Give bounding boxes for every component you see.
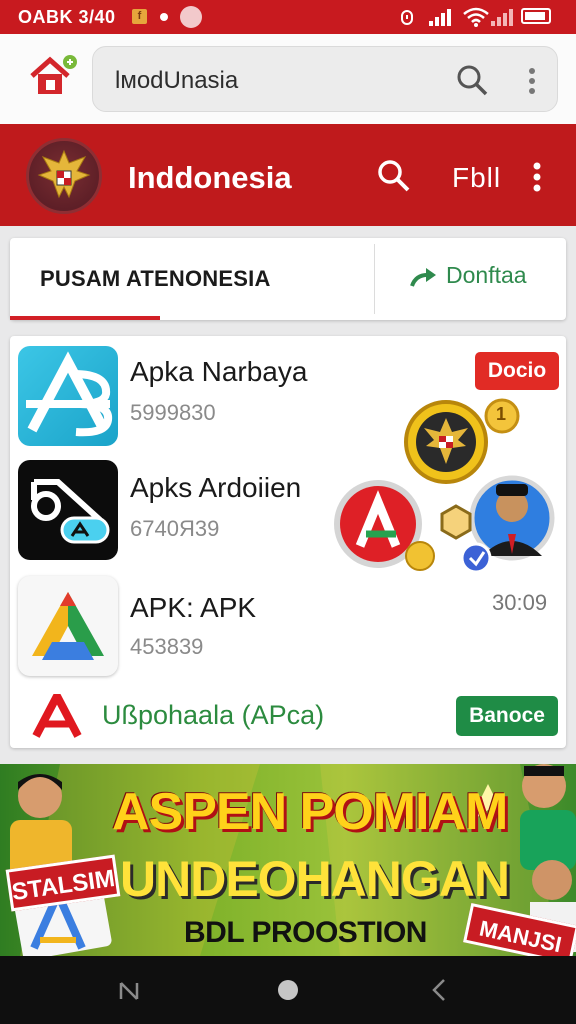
appbar-action[interactable]: Fbll [452,162,501,194]
search-icon[interactable] [376,158,412,194]
coin-digit: 1 [496,404,507,424]
app-number: 5999830 [130,400,216,425]
app-time: 30:09 [492,590,548,615]
more-vert-icon[interactable] [532,162,542,192]
app-name: Apks Ardoiien [130,472,302,503]
dot-icon [160,13,168,21]
docio-button[interactable]: Docio [475,352,559,390]
notification-icon: f [132,9,147,24]
home-nav-icon[interactable] [276,978,300,1002]
list-item[interactable]: Ußpohaala (APca) Banoce [10,684,566,748]
tab-left[interactable]: PUSAM ATENONESIA [40,266,271,292]
banner-headline: ASPEN POMIAM [112,783,508,841]
banner-caption: BDL PROOSTION [184,916,427,949]
app-icon-ab [18,346,118,446]
app-icon-camera [18,460,118,560]
search-icon[interactable] [455,63,489,97]
garuda-emblem-icon [26,138,102,214]
app-icon-triangle [18,576,118,676]
list-item[interactable]: APK: APK 453839 30:09 [10,572,566,684]
tab-right[interactable]: Donftaa [446,262,527,289]
wifi-icon [463,7,489,27]
alarm-icon [401,10,413,25]
battery-icon [521,8,551,24]
tab-indicator [10,316,160,320]
promo-cluster: 1 [330,394,566,584]
recents-icon[interactable] [118,980,140,1002]
notification-face-icon [180,6,202,28]
navigation-bar [0,956,576,1024]
tab-divider [374,244,375,314]
search-input[interactable]: lмodUnasia [92,46,558,112]
promo-banner[interactable]: ASPEN POMIAM UNDEOHANGAN BDL PROOSTION S… [0,764,576,956]
home-icon[interactable] [28,52,80,100]
app-bar: Inddonesia Fbll [0,124,576,226]
search-query: lмodUnasia [115,67,239,94]
back-icon[interactable] [430,978,448,1002]
status-bar: OABK 3/40 f [0,0,576,34]
status-time: OABK 3/40 [18,7,116,27]
banoce-button[interactable]: Banoce [456,696,558,736]
footer-row-text: Ußpohaala (APca) [102,700,325,730]
app-number: 453839 [130,634,204,659]
signal-icon [429,9,451,26]
page-title: Inddonesia [128,160,292,195]
red-a-icon [32,694,82,738]
banner-subheadline: UNDEOHANGAN [120,851,510,907]
signal-weak-icon [491,9,513,26]
app-name: Apka Narbaya [130,356,308,387]
app-name: APK: APK [130,592,257,623]
tab-bar: PUSAM ATENONESIA Donftaa [10,238,566,320]
more-vert-icon[interactable] [527,67,537,95]
app-number: 6740Я39 [130,516,220,541]
app-list: Apka Narbaya 5999830 Docio Apks Ardoiien… [10,336,566,748]
browser-bar: lмodUnasia [0,34,576,124]
arrow-right-icon [410,268,436,287]
